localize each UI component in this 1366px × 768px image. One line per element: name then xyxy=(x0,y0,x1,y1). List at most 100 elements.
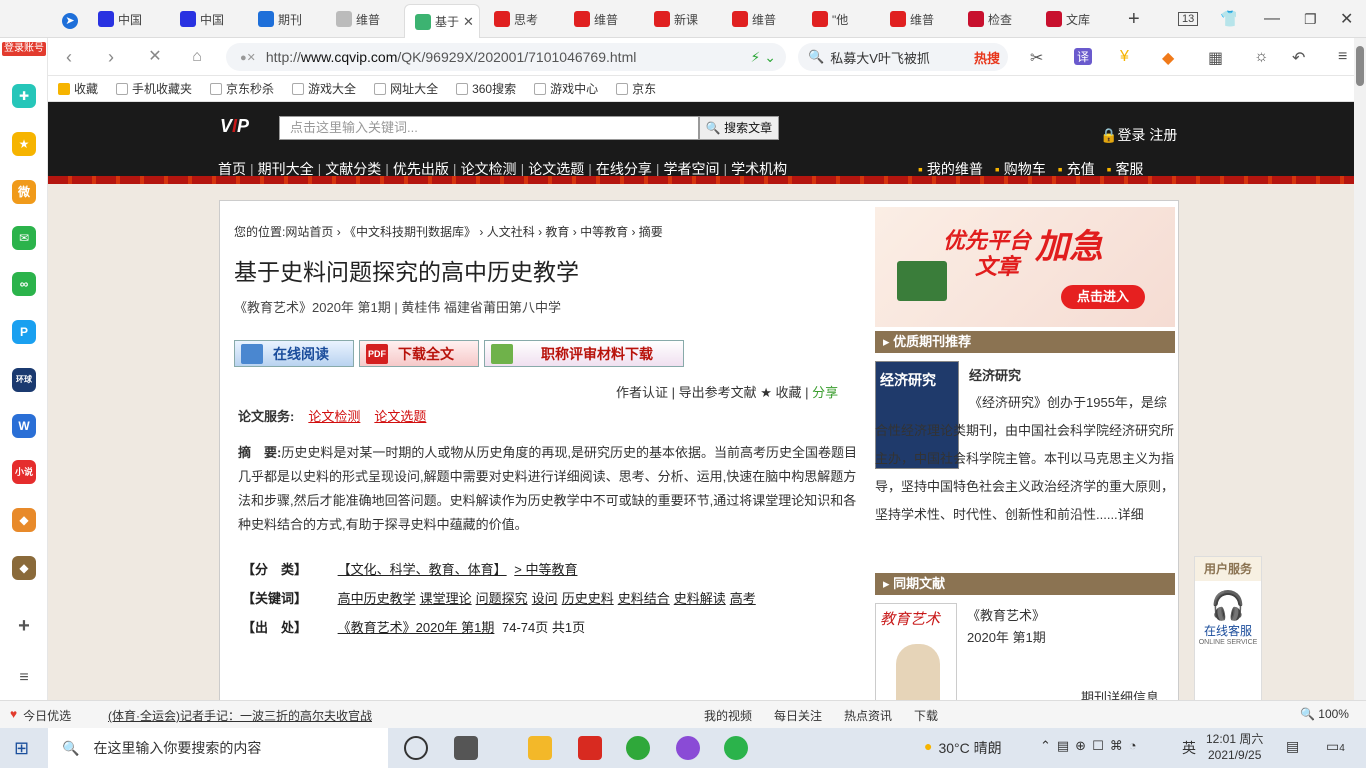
link-icon[interactable]: ∞ xyxy=(12,272,36,296)
translate-icon[interactable]: 译 xyxy=(1074,48,1093,65)
journal-title[interactable]: 经济研究 xyxy=(969,365,1021,384)
user-service-widget[interactable]: 用户服务 🎧 在线客服 ONLINE SERVICE xyxy=(1194,556,1262,700)
scrollbar-thumb[interactable] xyxy=(1356,46,1364,86)
nav-item[interactable]: 首页 xyxy=(218,161,246,177)
scrollbar[interactable] xyxy=(1354,38,1366,700)
water-drop-icon[interactable] xyxy=(676,736,700,760)
task-view-icon[interactable] xyxy=(404,736,428,760)
source-link[interactable]: 《教育艺术》2020年 第1期 xyxy=(338,620,495,635)
status-item[interactable]: 我的视频 xyxy=(704,707,752,724)
tab-1[interactable]: 中国 xyxy=(88,4,164,34)
bookmark-item[interactable]: 手机收藏夹 xyxy=(116,80,192,97)
browser-taskbar-icon[interactable] xyxy=(626,736,650,760)
search-box[interactable]: 🔍 私募大V叶飞被抓 热搜 xyxy=(798,43,1008,71)
home-button[interactable]: ⌂ xyxy=(186,46,208,68)
keyword-link[interactable]: 问题探究 xyxy=(476,591,528,606)
tab-4[interactable]: 维普 xyxy=(326,4,402,34)
ime-indicator[interactable]: 英 xyxy=(1182,738,1196,758)
nav-item[interactable]: 学术机构 xyxy=(731,161,787,177)
minimize-icon[interactable]: — xyxy=(1254,4,1280,34)
tab-9[interactable]: 维普 xyxy=(722,4,798,34)
download-button[interactable]: PDF 下载全文 xyxy=(359,340,479,367)
action-center-icon[interactable]: ▭4 xyxy=(1326,738,1345,755)
nav-item[interactable]: 优先出版 xyxy=(393,161,449,177)
new-tab-button[interactable]: + xyxy=(1118,4,1142,34)
keyword-link[interactable]: 史料解读 xyxy=(674,591,726,606)
classification-sub-link[interactable]: > 中等教育 xyxy=(514,562,577,577)
add-icon[interactable]: + xyxy=(12,614,36,638)
weather[interactable]: ● 30°C 晴朗 xyxy=(924,738,1002,758)
login-account-badge[interactable]: 登录账号 xyxy=(2,42,46,56)
tab-7[interactable]: 维普 xyxy=(564,4,640,34)
breadcrumb-item[interactable]: 中等教育 xyxy=(580,225,628,239)
bookmark-item[interactable]: 游戏中心 xyxy=(534,80,598,97)
game2-icon[interactable]: ◆ xyxy=(12,556,36,580)
maximize-icon[interactable]: ❐ xyxy=(1294,4,1320,34)
keyword-link[interactable]: 史料结合 xyxy=(618,591,670,606)
bookmark-item[interactable]: 游戏大全 xyxy=(292,80,356,97)
wechat-icon[interactable] xyxy=(724,736,748,760)
breadcrumb-item[interactable]: 《中文科技期刊数据库》 xyxy=(344,225,476,239)
bookmark-item[interactable]: 收藏 xyxy=(58,80,98,97)
tab-11[interactable]: 维普 xyxy=(880,4,956,34)
bookmark-item[interactable]: 京东 xyxy=(616,80,656,97)
journal-detail-link[interactable]: 期刊详细信息 xyxy=(1081,687,1159,700)
pinwheel-icon[interactable] xyxy=(454,736,478,760)
bookmark-item[interactable]: 360搜索 xyxy=(456,80,516,97)
status-item[interactable]: 下载 xyxy=(914,707,938,724)
speed-icon[interactable]: ⚡ ⌄ xyxy=(751,49,776,66)
close-window-icon[interactable]: ✕ xyxy=(1330,4,1356,34)
apps-grid-icon[interactable]: ▦ xyxy=(1208,48,1223,68)
nav-item[interactable]: 在线分享 xyxy=(596,161,652,177)
menu-icon[interactable]: ≡ xyxy=(1338,48,1347,66)
menu-icon[interactable]: ≡ xyxy=(12,666,36,690)
tab-3[interactable]: 期刊 xyxy=(248,4,324,34)
nav-item[interactable]: 论文检测 xyxy=(461,161,517,177)
wps-icon[interactable] xyxy=(578,736,602,760)
file-explorer-icon[interactable] xyxy=(528,736,552,760)
classification-link[interactable]: 【文化、科学、教育、体育】 xyxy=(338,562,507,577)
zoom-level[interactable]: 🔍 100% xyxy=(1300,707,1349,721)
bookmark-item[interactable]: 京东秒杀 xyxy=(210,80,274,97)
breadcrumb-item[interactable]: 教育 xyxy=(545,225,569,239)
word-icon[interactable]: W xyxy=(12,414,36,438)
tab-13[interactable]: 文库 xyxy=(1036,4,1112,34)
ad-enter-button[interactable]: 点击进入 xyxy=(1061,285,1145,309)
favorites-icon[interactable]: ★ xyxy=(12,132,36,156)
nav-item[interactable]: 期刊大全 xyxy=(258,161,314,177)
game-app-icon[interactable]: 环球 xyxy=(12,368,36,392)
today-pick[interactable]: ♥ 今日优选 xyxy=(10,707,71,724)
tab-5[interactable]: 基于 ✕ xyxy=(404,4,480,38)
windows-start-icon[interactable]: ⊞ xyxy=(14,738,29,759)
breadcrumb-item[interactable]: 人文社科 xyxy=(487,225,535,239)
mail-icon[interactable]: ✉ xyxy=(12,226,36,250)
bookmark-item[interactable]: 网址大全 xyxy=(374,80,438,97)
site-search-button[interactable]: 🔍 搜索文章 xyxy=(699,116,779,140)
p-app-icon[interactable]: P xyxy=(12,320,36,344)
title-eval-download-button[interactable]: 职称评审材料下载 xyxy=(484,340,684,367)
nav-item[interactable]: 论文选题 xyxy=(528,161,584,177)
service-link[interactable]: 论文检测 xyxy=(308,409,360,424)
tab-6[interactable]: 思考 xyxy=(484,4,560,34)
scissors-icon[interactable]: ✂ xyxy=(1030,48,1043,68)
app-icon[interactable]: ✚ xyxy=(12,84,36,108)
keyword-link[interactable]: 高中历史教学 xyxy=(338,591,416,606)
collect-link[interactable]: ★ 收藏 xyxy=(760,385,801,400)
taskbar-search[interactable]: 🔍 在这里输入你要搜索的内容 xyxy=(48,728,388,768)
hot-search-label[interactable]: 热搜 xyxy=(974,48,1000,67)
news-ticker[interactable]: (体育·全运会)记者手记：一波三折的高尔夫收官战 xyxy=(108,707,372,724)
status-item[interactable]: 热点资讯 xyxy=(844,707,892,724)
tab-12[interactable]: 检查 xyxy=(958,4,1034,34)
tray-icons[interactable]: ⌃▤⊕☐⌘◔ xyxy=(1040,738,1143,754)
game-toolbar-icon[interactable]: ◆ xyxy=(1162,48,1174,68)
new-tab-nav-icon[interactable]: ➤ xyxy=(52,6,84,36)
shirt-icon[interactable]: 👕 xyxy=(1210,4,1236,34)
site-search-input[interactable]: 点击这里输入关键词... xyxy=(279,116,699,140)
keyword-link[interactable]: 历史史料 xyxy=(562,591,614,606)
login-register-link[interactable]: 🔒登录 注册 xyxy=(1100,125,1177,145)
novel-icon[interactable]: 小说 xyxy=(12,460,36,484)
coin-icon[interactable]: ¥ xyxy=(1120,48,1129,66)
nav-item[interactable]: 学者空间 xyxy=(663,161,719,177)
keyword-link[interactable]: 课堂理论 xyxy=(420,591,472,606)
close-tab-icon[interactable]: ✕ xyxy=(463,14,474,30)
